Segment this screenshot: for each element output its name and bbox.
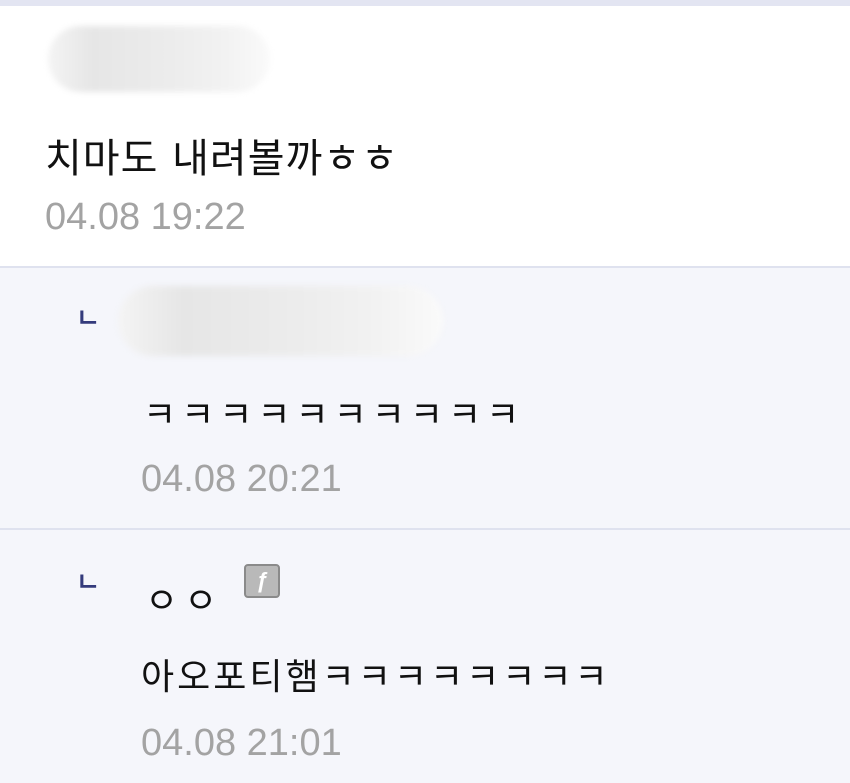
comment-timestamp: 04.08 19:22 (45, 196, 246, 238)
reply-item: ㄴ ㅋㅋㅋㅋㅋㅋㅋㅋㅋㅋ 04.08 20:21 (0, 266, 850, 528)
level-badge-icon: ƒ (244, 564, 280, 598)
reply-text: 아오포티햄ㅋㅋㅋㅋㅋㅋㅋㅋ (141, 657, 611, 698)
reply-arrow-icon: ㄴ (76, 568, 100, 598)
blurred-nickname (48, 26, 270, 92)
blurred-nickname (118, 286, 443, 356)
reply-text: ㅋㅋㅋㅋㅋㅋㅋㅋㅋㅋ (143, 395, 525, 436)
reply-arrow-icon: ㄴ (76, 304, 100, 334)
reply-timestamp: 04.08 20:21 (141, 458, 342, 500)
comment-item: 치마도 내려볼까ㅎㅎ 04.08 19:22 (0, 6, 850, 266)
comment-text: 치마도 내려볼까ㅎㅎ (45, 136, 399, 182)
reply-item: ㄴ ㅇㅇ ƒ 아오포티햄ㅋㅋㅋㅋㅋㅋㅋㅋ 04.08 21:01 (0, 528, 850, 783)
reply-nickname[interactable]: ㅇㅇ (145, 572, 223, 624)
reply-timestamp: 04.08 21:01 (141, 722, 342, 764)
